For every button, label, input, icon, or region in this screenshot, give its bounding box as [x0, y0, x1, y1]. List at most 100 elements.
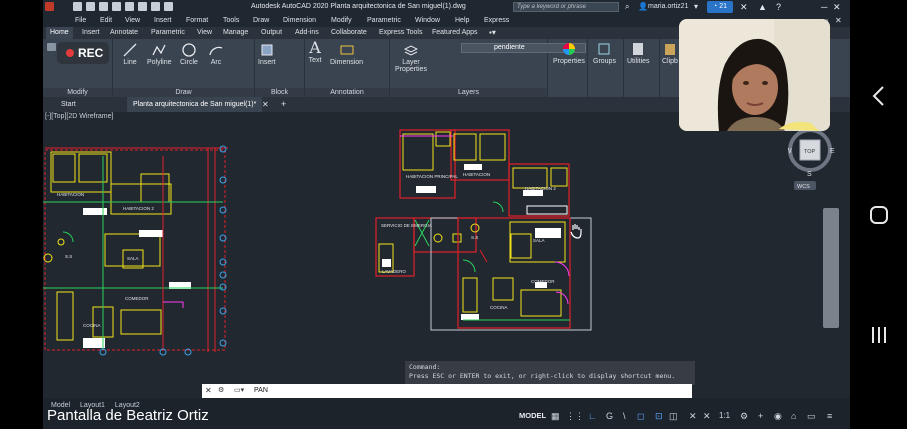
- save-as-icon[interactable]: [112, 2, 121, 11]
- ribbon-toggle-icon[interactable]: ▪▾: [489, 27, 496, 39]
- recent-commands-icon[interactable]: ▭▾: [234, 384, 244, 398]
- groups-tool[interactable]: Groups: [593, 42, 616, 65]
- close-tab-icon[interactable]: ✕: [262, 97, 269, 112]
- tab-collaborate[interactable]: Collaborate: [331, 27, 367, 39]
- autocad-logo-icon[interactable]: [45, 2, 54, 11]
- tab-output[interactable]: Output: [261, 27, 282, 39]
- menu-format[interactable]: Format: [186, 14, 208, 27]
- viewcube-top-face[interactable]: TOP: [804, 149, 816, 155]
- isodraft-icon[interactable]: \: [623, 411, 626, 421]
- search-icon[interactable]: ⌕: [625, 0, 629, 14]
- back-icon[interactable]: [871, 85, 885, 107]
- notification-badge[interactable]: ◔ 21: [707, 1, 733, 13]
- menu-parametric[interactable]: Parametric: [367, 14, 401, 27]
- annotation-scale[interactable]: 1:1: [719, 411, 730, 420]
- text-tool[interactable]: A Text: [308, 40, 322, 65]
- tab-current-drawing[interactable]: Planta arquitectonica de San miguel(1)*: [127, 97, 263, 112]
- viewcube[interactable]: TOP W E S WCS: [785, 126, 838, 201]
- user-icon[interactable]: 👤: [638, 0, 648, 14]
- print-icon[interactable]: [138, 2, 147, 11]
- menu-insert[interactable]: Insert: [154, 14, 172, 27]
- snap-icon[interactable]: ⋮⋮: [566, 411, 584, 422]
- navigation-bar[interactable]: [823, 208, 839, 328]
- exchange-icon[interactable]: ✕: [740, 0, 748, 14]
- close-command-line-icon[interactable]: ✕: [205, 384, 212, 398]
- menu-edit[interactable]: Edit: [100, 14, 112, 27]
- transparency-icon[interactable]: ◫: [669, 411, 678, 422]
- tab-express-tools[interactable]: Express Tools: [379, 27, 422, 39]
- settings-gear-icon[interactable]: ⚙: [740, 411, 748, 422]
- recent-apps-icon[interactable]: [870, 325, 888, 345]
- cart-icon[interactable]: ▾: [694, 0, 698, 14]
- tab-home[interactable]: Home: [46, 27, 73, 39]
- plot-icon[interactable]: [125, 2, 134, 11]
- menu-help[interactable]: Help: [455, 14, 469, 27]
- new-tab-icon[interactable]: +: [281, 97, 286, 112]
- draw-panel-title[interactable]: Draw: [113, 88, 254, 97]
- tab-manage[interactable]: Manage: [223, 27, 248, 39]
- annotation-panel-title[interactable]: Annotation: [305, 88, 389, 97]
- tab-start[interactable]: Start: [61, 97, 76, 112]
- menu-file[interactable]: File: [75, 14, 86, 27]
- wcs-menu[interactable]: WCS: [797, 184, 810, 190]
- search-input[interactable]: Type a keyword or phrase: [513, 2, 619, 12]
- insert-block-tool[interactable]: Insert: [258, 43, 276, 66]
- arc-tool[interactable]: Arc: [209, 43, 223, 66]
- doc-close-icon[interactable]: ✕: [835, 14, 842, 27]
- modify-panel-title[interactable]: Modify: [43, 88, 112, 97]
- layer-properties-tool[interactable]: Layer Properties: [393, 43, 429, 73]
- customize-menu-icon[interactable]: ≡: [827, 411, 832, 421]
- save-icon[interactable]: [99, 2, 108, 11]
- block-panel-title[interactable]: Block: [255, 88, 304, 97]
- webcam-overlay[interactable]: [679, 19, 830, 131]
- isolate-icon[interactable]: ◉: [774, 411, 782, 422]
- utilities-tool[interactable]: Utilities: [627, 42, 650, 65]
- menu-tools[interactable]: Tools: [223, 14, 239, 27]
- customize-icon[interactable]: ⚙: [218, 384, 224, 398]
- hardware-acceleration-icon[interactable]: ⌂: [791, 411, 796, 421]
- tab-annotate[interactable]: Annotate: [110, 27, 138, 39]
- compass-east[interactable]: E: [830, 148, 835, 155]
- tab-view[interactable]: View: [197, 27, 212, 39]
- menu-express[interactable]: Express: [484, 14, 509, 27]
- polyline-tool[interactable]: Polyline: [147, 43, 172, 66]
- compass-west[interactable]: W: [785, 148, 792, 155]
- help-icon[interactable]: ?: [776, 0, 781, 14]
- clean-screen-icon[interactable]: ▭: [807, 411, 816, 422]
- user-name[interactable]: maria.ortiz21: [648, 0, 688, 14]
- minimize-icon[interactable]: ─: [821, 0, 827, 14]
- polar-icon[interactable]: G: [606, 411, 613, 421]
- tab-featured-apps[interactable]: Featured Apps: [432, 27, 478, 39]
- dimension-tool[interactable]: Dimension: [330, 43, 363, 66]
- open-folder-icon[interactable]: [86, 2, 95, 11]
- menu-view[interactable]: View: [125, 14, 140, 27]
- connect-icon[interactable]: ▲: [758, 0, 767, 14]
- line-tool[interactable]: Line: [123, 43, 137, 66]
- tab-parametric[interactable]: Parametric: [151, 27, 185, 39]
- move-icon[interactable]: [47, 43, 56, 51]
- undo-icon[interactable]: [151, 2, 160, 11]
- annotation-visibility-icon[interactable]: ✕: [689, 411, 697, 422]
- model-space-button[interactable]: MODEL: [519, 411, 546, 420]
- tab-insert[interactable]: Insert: [82, 27, 100, 39]
- home-icon[interactable]: [869, 205, 889, 225]
- osnap-icon[interactable]: ◻: [637, 411, 644, 422]
- close-window-icon[interactable]: ✕: [833, 0, 841, 14]
- drawing-canvas[interactable]: [-][Top][2D Wireframe] HABITACION PRINCI…: [43, 112, 850, 398]
- menu-draw[interactable]: Draw: [253, 14, 269, 27]
- compass-south[interactable]: S: [807, 171, 812, 178]
- menu-modify[interactable]: Modify: [331, 14, 352, 27]
- menu-dimension[interactable]: Dimension: [283, 14, 316, 27]
- redo-icon[interactable]: [164, 2, 173, 11]
- osnap-tracking-icon[interactable]: ⊡: [655, 411, 663, 422]
- ortho-icon[interactable]: ∟: [588, 411, 597, 421]
- clipboard-tool[interactable]: Clipb: [662, 42, 678, 65]
- circle-tool[interactable]: Circle: [180, 43, 198, 66]
- command-input[interactable]: PAN: [254, 384, 268, 398]
- layers-panel-title[interactable]: Layers: [390, 88, 547, 97]
- command-line[interactable]: ✕ ⚙ ▭▾ PAN: [202, 384, 692, 398]
- menu-window[interactable]: Window: [415, 14, 440, 27]
- new-file-icon[interactable]: [73, 2, 82, 11]
- add-icon[interactable]: +: [758, 411, 763, 421]
- grid-icon[interactable]: ▦: [551, 411, 560, 422]
